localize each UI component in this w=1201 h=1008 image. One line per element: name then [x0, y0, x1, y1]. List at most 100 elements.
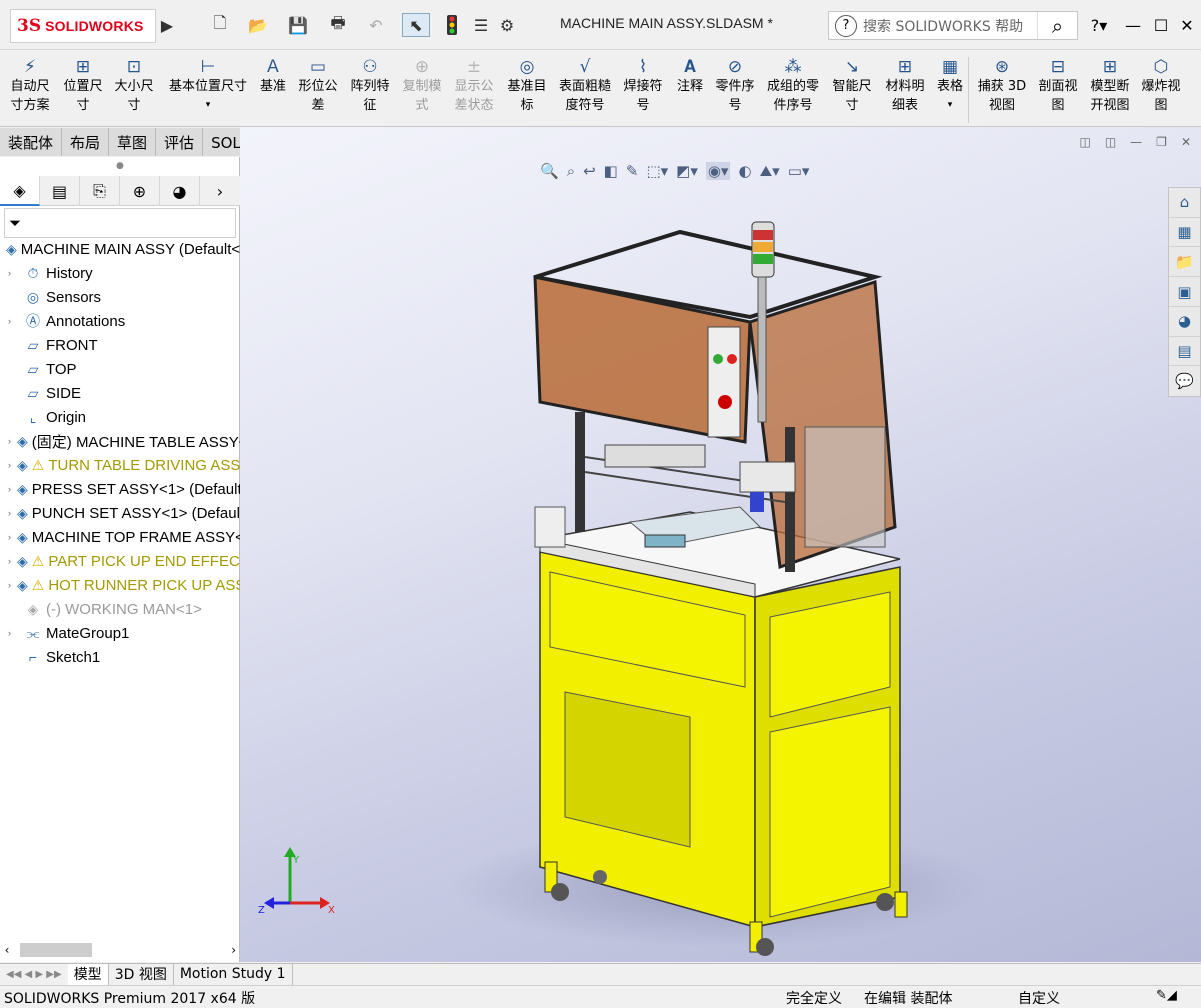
ribbon-button-16[interactable]: ⊞ 材料明 细表 [881, 51, 929, 125]
tree-item[interactable]: ◈ (-) WORKING MAN<1> [0, 597, 240, 621]
file-explorer-icon[interactable]: 📁 [1169, 247, 1200, 278]
tree-item[interactable]: ⌞ Origin [0, 405, 240, 429]
tree-expander-icon[interactable]: › [8, 532, 11, 542]
view-palette-icon[interactable]: ▣ [1169, 277, 1200, 307]
status-tooltip-icon[interactable]: ✎◢ [1156, 988, 1177, 1003]
bottom-tab-0[interactable]: 模型 [67, 963, 109, 985]
open-document-icon[interactable]: 📂 [244, 13, 272, 37]
tree-item[interactable]: ◎ Sensors [0, 285, 240, 309]
ribbon-button-8[interactable]: ± 显示公 差状态 [449, 51, 499, 125]
dimxpert-manager-tab-icon[interactable]: ⊕ [120, 176, 160, 206]
ribbon-button-2[interactable]: ⊡ 大小尺寸 [110, 51, 158, 125]
ribbon-button-4[interactable]: Ａ 基准 [256, 51, 290, 125]
ribbon-button-12[interactable]: 𝐀 注释 [671, 51, 709, 125]
ribbon-button-18[interactable]: ⊛ 捕获 3D 视图 [974, 51, 1030, 125]
configuration-manager-tab-icon[interactable]: ⎘ [80, 176, 120, 206]
feature-manager-tab-icon[interactable]: ◈ [0, 176, 40, 206]
tree-item[interactable]: › ◈⚠HOT RUNNER PICK UP ASSY<1> [0, 573, 240, 597]
file-properties-icon[interactable]: ☰ [470, 13, 492, 37]
custom-properties-icon[interactable]: ▤ [1169, 337, 1200, 367]
tree-item[interactable]: ◈MACHINE MAIN ASSY (Default<Display Stat… [0, 237, 240, 261]
ribbon-button-7[interactable]: ⊕ 复制模式 [397, 51, 447, 125]
ribbon-button-14[interactable]: ⁂ 成组的零 件序号 [762, 51, 824, 125]
ribbon-button-17[interactable]: ▦ 表格 ▾ [932, 51, 968, 125]
ribbon-button-5[interactable]: ▭ 形位公差 [293, 51, 343, 125]
panel-tabs-more-icon[interactable]: › [200, 176, 240, 206]
tree-item[interactable]: › ◈⚠PART PICK UP END EFFECTOR<1> [0, 549, 240, 573]
tab-2[interactable]: 草图 [109, 128, 157, 156]
save-icon[interactable]: 💾 [284, 13, 312, 37]
tree-expander-icon[interactable]: › [8, 580, 11, 590]
tree-item[interactable]: ▱ TOP [0, 357, 240, 381]
ribbon-button-20[interactable]: ⊞ 模型断 开视图 [1086, 51, 1134, 125]
tree-item[interactable]: ▱ FRONT [0, 333, 240, 357]
rebuild-traffic-light-icon[interactable] [442, 13, 462, 37]
options-gear-icon[interactable]: ⚙ [496, 13, 518, 37]
tree-expander-icon[interactable]: › [8, 268, 18, 278]
help-search[interactable]: ? 搜索 SOLIDWORKS 帮助 ⌕ [828, 11, 1078, 40]
tree-expander-icon[interactable]: › [8, 508, 11, 518]
scroll-left-icon[interactable]: ‹ [0, 943, 14, 957]
tree-expander-icon[interactable]: › [8, 460, 11, 470]
ribbon-button-6[interactable]: ⚇ 阵列特征 [346, 51, 394, 125]
tab-scroll-arrows[interactable]: ◀◀ ◀ ▶ ▶▶ [0, 969, 68, 980]
dropdown-arrow-icon[interactable]: ▾ [206, 96, 211, 115]
ribbon-button-15[interactable]: ↘ 智能尺寸 [827, 51, 877, 125]
status-units[interactable]: 自定义 [1018, 988, 1060, 1008]
scroll-thumb[interactable] [20, 943, 92, 957]
design-library-icon[interactable]: ▦ [1169, 218, 1200, 248]
tree-item[interactable]: › ◈⚠TURN TABLE DRIVING ASSY<1> [0, 453, 240, 477]
filter-icon[interactable]: ⏷ [9, 214, 21, 232]
print-icon[interactable]: 🖶 [324, 13, 352, 37]
maximize-icon[interactable]: ☐ [1148, 12, 1174, 38]
ribbon-button-11[interactable]: ⌇ 焊接符号 [618, 51, 668, 125]
tree-item[interactable]: › ◈ PUNCH SET ASSY<1> (Default) [0, 501, 240, 525]
tree-filter[interactable]: ⏷ [4, 208, 236, 238]
undo-icon[interactable]: ↶ [362, 13, 390, 37]
select-cursor-icon[interactable]: ⬉ [402, 13, 430, 37]
tree-expander-icon[interactable]: › [8, 436, 11, 446]
panel-grip-icon[interactable]: ● [116, 161, 124, 171]
horizontal-scrollbar[interactable]: ‹ › [0, 940, 240, 960]
display-manager-tab-icon[interactable]: ◕ [160, 176, 200, 206]
tree-item[interactable]: › ◈(固定) MACHINE TABLE ASSY<1> [0, 429, 240, 453]
tree-item[interactable]: ▱ SIDE [0, 381, 240, 405]
tab-1[interactable]: 布局 [62, 128, 110, 156]
ribbon-button-10[interactable]: √ 表面粗糙 度符号 [555, 51, 615, 125]
scroll-right-icon[interactable]: › [231, 943, 236, 957]
help-circle-icon[interactable]: ? [835, 14, 857, 37]
appearances-scenes-icon[interactable]: ◕ [1169, 307, 1200, 337]
tree-item[interactable]: ⌐ Sketch1 [0, 645, 240, 669]
ribbon-button-19[interactable]: ⊟ 剖面视图 [1033, 51, 1083, 125]
tree-item[interactable]: › ◈ PRESS SET ASSY<1> (Default) [0, 477, 240, 501]
tree-expander-icon[interactable]: › [8, 316, 18, 326]
minimize-icon[interactable]: — [1120, 12, 1146, 38]
search-icon[interactable]: ⌕ [1037, 12, 1077, 39]
ribbon-button-9[interactable]: ◎ 基准目标 [502, 51, 552, 125]
new-document-icon[interactable]: 🗋 [206, 13, 234, 37]
solidworks-logo[interactable]: 3S SOLIDWORKS [10, 9, 156, 43]
search-input[interactable]: 搜索 SOLIDWORKS 帮助 [863, 16, 1037, 36]
tree-expander-icon[interactable]: › [8, 556, 11, 566]
bottom-tab-1[interactable]: 3D 视图 [109, 963, 174, 985]
solidworks-resources-icon[interactable]: ⌂ [1169, 188, 1200, 218]
tab-3[interactable]: 评估 [156, 128, 204, 156]
dropdown-arrow-icon[interactable]: ▾ [948, 96, 953, 115]
tree-expander-icon[interactable]: › [8, 484, 11, 494]
property-manager-tab-icon[interactable]: ▤ [40, 176, 80, 206]
tree-item[interactable]: › ◈ MACHINE TOP FRAME ASSY<1> [0, 525, 240, 549]
ribbon-button-21[interactable]: ⬡ 爆炸视图 [1137, 51, 1185, 125]
tab-0[interactable]: 装配体 [0, 128, 63, 156]
help-menu-icon[interactable]: ?▾ [1086, 12, 1112, 38]
tree-item[interactable]: › Ⓐ Annotations [0, 309, 240, 333]
menu-expand-icon[interactable]: ▶ [160, 13, 174, 37]
ribbon-button-3[interactable]: ⊢ 基本位置尺寸 ▾ [162, 51, 254, 125]
close-icon[interactable]: ✕ [1174, 12, 1200, 38]
tree-item[interactable]: › ⫘ MateGroup1 [0, 621, 240, 645]
tree-item[interactable]: › ⏱ History [0, 261, 240, 285]
tree-expander-icon[interactable]: › [8, 628, 18, 638]
graphics-area[interactable]: 🔍 ⌕ ↩ ◧ ✎ ⬚▾ ◩▾ ◉▾ ◐ ⛰▾ ▭▾ ◫ ◫ — ❐ ✕ Y X… [240, 127, 1201, 962]
forum-icon[interactable]: 💬 [1169, 366, 1200, 396]
ribbon-button-1[interactable]: ⊞ 位置尺寸 [58, 51, 108, 125]
ribbon-button-0[interactable]: ⚡ 自动尺 寸方案 [4, 51, 56, 125]
